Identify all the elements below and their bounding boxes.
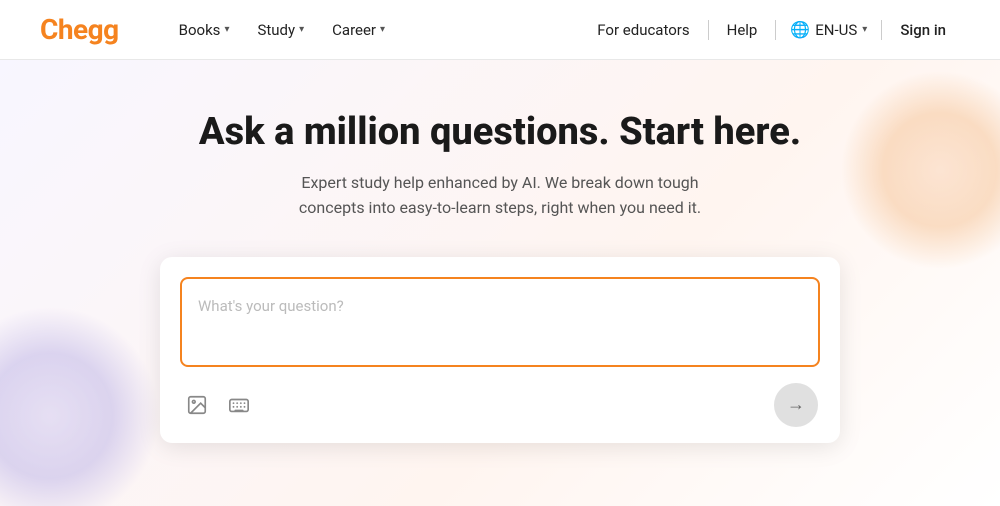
- image-icon: [186, 394, 208, 416]
- divider-2: [775, 20, 776, 40]
- header: Chegg Books ▾ Study ▾ Career ▾ For educa…: [0, 0, 1000, 60]
- divider-1: [708, 20, 709, 40]
- language-selector[interactable]: 🌐 EN-US ▾: [780, 14, 877, 45]
- keyboard-icon: [228, 394, 250, 416]
- decorative-blob-right: [840, 70, 1000, 270]
- nav-right: For educators Help 🌐 EN-US ▾ Sign in: [583, 14, 960, 45]
- help-label: Help: [727, 21, 758, 39]
- books-label: Books: [179, 21, 221, 39]
- divider-3: [881, 20, 882, 40]
- sign-in-button[interactable]: Sign in: [886, 15, 960, 45]
- help-link[interactable]: Help: [713, 15, 772, 45]
- footer-icons: [182, 390, 254, 420]
- hero-subtitle-line2: concepts into easy-to-learn steps, right…: [299, 198, 701, 217]
- search-footer: →: [180, 383, 820, 427]
- hero-subtitle: Expert study help enhanced by AI. We bre…: [299, 170, 701, 221]
- submit-button[interactable]: →: [774, 383, 818, 427]
- nav-career[interactable]: Career ▾: [322, 15, 395, 45]
- nav-left: Books ▾ Study ▾ Career ▾: [169, 15, 584, 45]
- math-input-button[interactable]: [224, 390, 254, 420]
- career-label: Career: [332, 21, 376, 39]
- question-input[interactable]: [180, 277, 820, 367]
- search-card: →: [160, 257, 840, 443]
- nav-study[interactable]: Study ▾: [247, 15, 314, 45]
- nav-books[interactable]: Books ▾: [169, 15, 240, 45]
- image-upload-button[interactable]: [182, 390, 212, 420]
- main-content: Ask a million questions. Start here. Exp…: [0, 60, 1000, 506]
- decorative-blob-left: [0, 306, 160, 506]
- hero-title: Ask a million questions. Start here.: [199, 110, 801, 156]
- study-chevron-icon: ▾: [299, 24, 304, 35]
- books-chevron-icon: ▾: [224, 24, 229, 35]
- for-educators-link[interactable]: For educators: [583, 15, 703, 45]
- study-label: Study: [257, 21, 295, 39]
- hero-subtitle-line1: Expert study help enhanced by AI. We bre…: [301, 173, 698, 192]
- submit-arrow-icon: →: [787, 394, 805, 415]
- lang-label: EN-US: [815, 21, 857, 39]
- sign-in-label: Sign in: [900, 21, 946, 39]
- logo[interactable]: Chegg: [40, 13, 119, 46]
- for-educators-label: For educators: [597, 21, 689, 39]
- globe-icon: 🌐: [790, 20, 810, 39]
- career-chevron-icon: ▾: [380, 24, 385, 35]
- lang-chevron-icon: ▾: [862, 24, 867, 35]
